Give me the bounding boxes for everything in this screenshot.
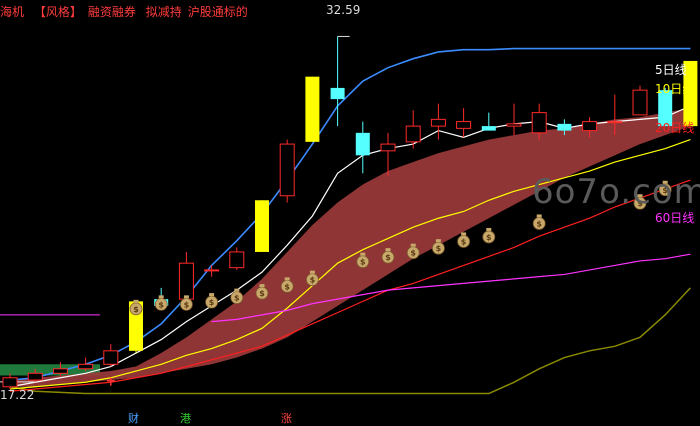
money-bag-neck	[435, 239, 441, 243]
candle	[430, 103, 446, 140]
ribbon-fill	[10, 108, 691, 387]
candle-body	[204, 269, 220, 272]
money-bag-icon: $	[532, 214, 546, 230]
money-bag-neck	[461, 232, 467, 236]
candle-body	[405, 125, 421, 143]
candle-body	[229, 251, 245, 269]
candle-body	[481, 126, 496, 131]
money-bag-neck	[410, 243, 416, 247]
money-bag-symbol: $	[158, 300, 164, 309]
candle	[632, 85, 648, 116]
ma-ribbon	[0, 108, 691, 387]
candle	[2, 373, 18, 390]
legend-ma5: 5日线	[655, 63, 687, 77]
candle	[52, 362, 68, 376]
candle-body	[582, 121, 598, 132]
money-bag-neck	[360, 252, 366, 256]
low-price-label: 17.22	[0, 388, 35, 402]
money-bag-neck	[158, 295, 164, 299]
money-bag-symbol: $	[436, 244, 442, 253]
money-bag-symbol: $	[410, 249, 416, 258]
money-bag-symbol: $	[284, 282, 290, 291]
money-bag-neck	[259, 284, 265, 288]
candle-body	[430, 118, 446, 127]
candle	[456, 108, 472, 138]
tag-rise[interactable]: 涨	[281, 410, 292, 426]
candle-body	[52, 368, 68, 374]
candle	[355, 121, 370, 174]
money-bag-symbol: $	[133, 305, 139, 314]
money-bag-neck	[309, 270, 315, 274]
candle-body	[78, 363, 94, 370]
money-bag-neck	[209, 293, 215, 297]
watermark: 6o7o.com	[532, 172, 700, 212]
money-bag-neck	[486, 227, 492, 231]
candle-body	[456, 121, 472, 129]
candle	[78, 357, 94, 372]
candle-body	[607, 121, 623, 124]
candle-body	[279, 143, 295, 197]
money-bag-symbol: $	[259, 289, 265, 298]
stock-header: 海机 【风格】 融资融券 拟减持 沪股通标的	[0, 3, 254, 20]
candle-body	[27, 372, 43, 381]
high-price-label: 32.59	[326, 3, 361, 17]
candle-body	[330, 87, 345, 100]
money-bag-neck	[234, 288, 240, 292]
money-bag-neck	[183, 295, 189, 299]
candle-body	[2, 377, 18, 388]
tag-hk[interactable]: 港	[180, 410, 191, 426]
candle	[405, 110, 421, 149]
candle-body	[557, 123, 572, 131]
candle-body	[305, 76, 320, 142]
header-item-reduce[interactable]: 拟减持	[146, 5, 182, 19]
candle	[279, 139, 295, 203]
money-bag-icon: $	[205, 293, 219, 309]
header-prefix: 海机	[0, 5, 25, 19]
header-item-connect[interactable]: 沪股通标的	[188, 5, 248, 19]
candle-body	[355, 132, 370, 156]
money-bag-neck	[385, 248, 391, 252]
money-bag-symbol: $	[184, 300, 190, 309]
candle	[229, 247, 245, 270]
header-tag[interactable]: 【风格】	[34, 5, 82, 19]
candle	[481, 112, 496, 131]
candle	[380, 132, 396, 176]
money-bag-icon: $	[457, 232, 471, 248]
candle	[204, 265, 220, 277]
candle-body	[178, 262, 194, 300]
candle-body	[380, 143, 396, 152]
money-bag-symbol: $	[234, 294, 240, 303]
money-bag-symbol: $	[310, 276, 316, 285]
money-bag-neck	[284, 277, 290, 281]
candle	[305, 76, 320, 142]
money-bag-symbol: $	[385, 253, 391, 262]
candle	[103, 344, 119, 367]
money-bag-symbol: $	[486, 233, 492, 242]
money-bag-icon: $	[154, 295, 168, 311]
candle-body	[531, 112, 547, 134]
candle-body	[632, 89, 648, 116]
legend-ma20: 20日线	[655, 121, 695, 135]
money-bag-symbol: $	[536, 219, 542, 228]
candle	[506, 103, 522, 136]
header-item-margin[interactable]: 融资融券	[88, 5, 136, 19]
money-bag-symbol: $	[461, 237, 467, 246]
candle	[255, 200, 269, 252]
money-bag-neck	[133, 299, 139, 303]
tag-finance[interactable]: 财	[128, 410, 139, 426]
money-bag-neck	[536, 214, 542, 218]
candle-body	[255, 200, 269, 252]
candlestick-chart: $ $ $ $ $ $$$$ $ $ $$ $$$$	[0, 35, 698, 395]
money-bag-symbol: $	[360, 258, 366, 267]
candle	[178, 251, 194, 302]
legend-ma10: 10日线	[655, 82, 695, 96]
candle-body	[103, 350, 119, 365]
money-bag-icon: $	[482, 227, 496, 244]
candle-body	[506, 123, 522, 127]
money-bag-symbol: $	[209, 298, 215, 307]
money-bag-icon: $	[230, 288, 244, 305]
